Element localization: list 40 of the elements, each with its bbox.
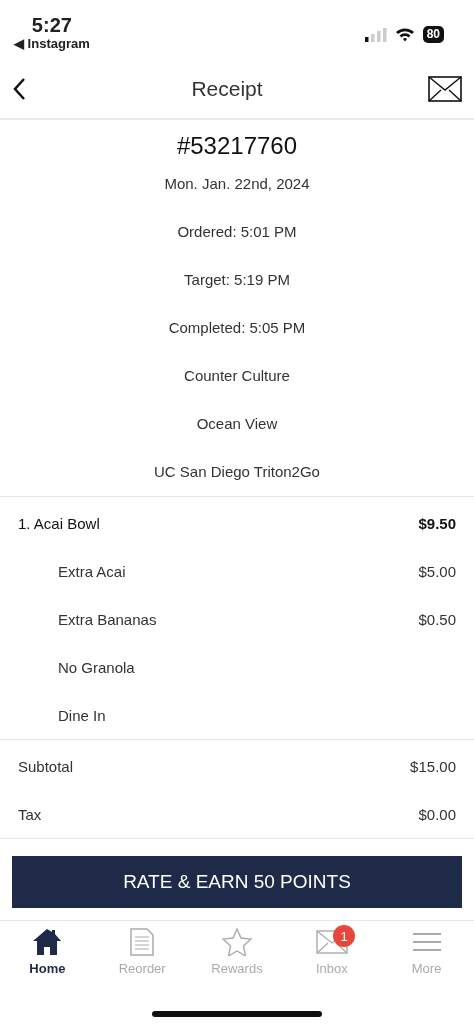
envelope-icon: [315, 930, 348, 954]
line-price: $9.50: [418, 514, 456, 532]
modifier-name: Dine In: [57, 706, 106, 724]
star-icon: [222, 928, 252, 956]
rate-button[interactable]: RATE & EARN 50 POINTS: [12, 856, 462, 908]
total-label: Tax: [18, 805, 42, 823]
battery-indicator: 80: [422, 26, 444, 43]
receipt-detail: Ordered: 5:01 PM: [177, 222, 297, 242]
back-to-app-link[interactable]: ◀ Instagram: [14, 36, 90, 52]
envelope-icon[interactable]: [428, 76, 462, 102]
modifier-name: No Granola: [57, 658, 135, 676]
tab-bar-item[interactable]: Inbox 1: [284, 927, 380, 997]
total-label: Subtotal: [18, 757, 74, 775]
item-name: 1. Acai Bowl: [18, 514, 100, 532]
receipt-detail: Counter Culture: [184, 366, 290, 386]
tab-bar-item[interactable]: Home: [0, 927, 95, 997]
menu-icon: [411, 931, 442, 953]
receipt-detail: Target: 5:19 PM: [184, 270, 290, 290]
document-icon: [130, 928, 155, 956]
receipt-detail: Ocean View: [196, 414, 278, 434]
receipt-detail: UC San Diego Triton2Go: [154, 462, 320, 482]
signal-icon: [364, 27, 387, 42]
wifi-icon: [394, 27, 415, 42]
line-price: $0.50: [418, 610, 456, 628]
back-icon[interactable]: [12, 77, 26, 101]
modifier-name: Extra Acai: [57, 562, 126, 580]
line-price: $5.00: [418, 562, 456, 580]
order-number: #53217760: [175, 132, 299, 160]
notification-badge: 1: [333, 925, 356, 947]
total-value: $0.00: [418, 805, 456, 823]
total-value: $15.00: [410, 757, 456, 775]
house-icon: [32, 928, 63, 956]
receipt-detail: Mon. Jan. 22nd, 2024: [164, 174, 310, 194]
page-title: Receipt: [191, 77, 263, 101]
tab-bar-item[interactable]: Reorder: [94, 927, 190, 997]
tab-bar-item[interactable]: More: [379, 927, 474, 997]
status-time: 5:27: [31, 14, 72, 36]
modifier-name: Extra Bananas: [57, 610, 157, 628]
receipt-detail: Completed: 5:05 PM: [168, 318, 306, 338]
tab-bar-item[interactable]: Rewards: [189, 927, 285, 997]
